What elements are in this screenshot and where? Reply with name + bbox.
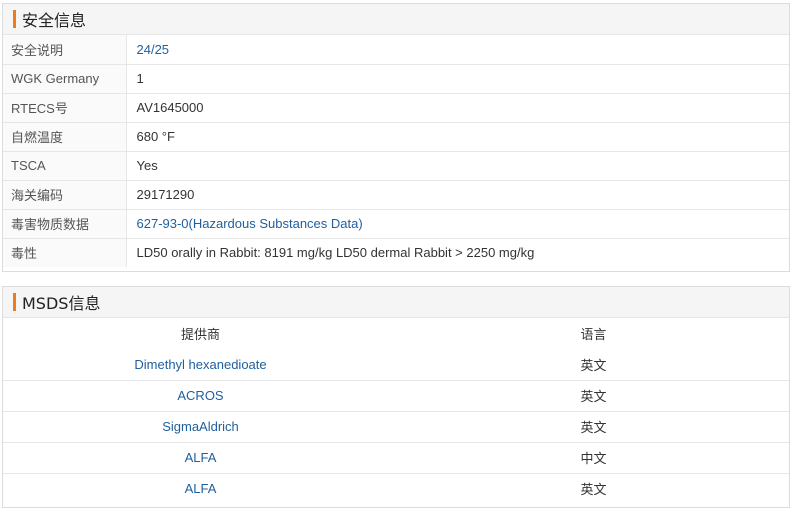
row-label: 海关编码 [3, 180, 127, 210]
table-row: Dimethyl hexanedioate 英文 [3, 349, 789, 381]
table-header-row: 提供商 语言 [3, 318, 789, 349]
hazardous-substances-link[interactable]: 627-93-0(Hazardous Substances Data) [126, 209, 789, 239]
table-row: 自燃温度 680 °F [3, 122, 789, 152]
row-label: 毒害物质数据 [3, 209, 127, 239]
table-row: TSCA Yes [3, 151, 789, 181]
section-accent-bar [13, 10, 16, 28]
row-label: 毒性 [3, 238, 127, 267]
msds-info-title: MSDS信息 [22, 294, 101, 313]
supplier-link[interactable]: ALFA [3, 473, 398, 504]
safety-statement-link[interactable]: 24/25 [126, 35, 789, 65]
row-label: RTECS号 [3, 93, 127, 123]
language-cell: 英文 [398, 349, 789, 381]
safety-info-panel: 安全信息 安全说明 24/25 WGK Germany 1 RTECS号 AV1… [2, 3, 790, 272]
row-label: 安全说明 [3, 35, 127, 65]
language-column-header: 语言 [580, 327, 607, 342]
language-cell: 英文 [398, 411, 789, 443]
row-value: 680 °F [126, 122, 789, 152]
msds-info-header: MSDS信息 [3, 287, 789, 318]
supplier-link[interactable]: Dimethyl hexanedioate [3, 349, 398, 381]
table-row: ALFA 英文 [3, 473, 789, 504]
safety-info-table: 安全说明 24/25 WGK Germany 1 RTECS号 AV164500… [3, 35, 789, 267]
language-cell: 中文 [398, 442, 789, 474]
row-label: WGK Germany [3, 64, 127, 94]
msds-info-panel: MSDS信息 提供商 语言 Dimethyl hexanedioate 英文 A… [2, 286, 790, 508]
supplier-link[interactable]: ACROS [3, 380, 398, 412]
row-value: 1 [126, 64, 789, 94]
row-value: AV1645000 [126, 93, 789, 123]
table-row: ALFA 中文 [3, 442, 789, 474]
row-value: 29171290 [126, 180, 789, 210]
row-label: 自燃温度 [3, 122, 127, 152]
row-value: Yes [126, 151, 789, 181]
supplier-link[interactable]: ALFA [3, 442, 398, 474]
table-row: 毒害物质数据 627-93-0(Hazardous Substances Dat… [3, 209, 789, 239]
language-cell: 英文 [398, 380, 789, 412]
table-row: ACROS 英文 [3, 380, 789, 412]
msds-table: 提供商 语言 Dimethyl hexanedioate 英文 ACROS 英文… [3, 318, 789, 504]
table-row: RTECS号 AV1645000 [3, 93, 789, 123]
supplier-column-header: 提供商 [180, 327, 220, 342]
supplier-link[interactable]: SigmaAldrich [3, 411, 398, 443]
table-row: WGK Germany 1 [3, 64, 789, 94]
section-accent-bar [13, 293, 16, 311]
table-row: 安全说明 24/25 [3, 35, 789, 65]
row-label: TSCA [3, 151, 127, 181]
row-value: LD50 orally in Rabbit: 8191 mg/kg LD50 d… [136, 245, 535, 261]
language-cell: 英文 [580, 482, 607, 498]
table-row: SigmaAldrich 英文 [3, 411, 789, 443]
safety-info-header: 安全信息 [3, 4, 789, 35]
safety-info-title: 安全信息 [22, 11, 87, 30]
table-row: 毒性 LD50 orally in Rabbit: 8191 mg/kg LD5… [3, 238, 789, 267]
table-row: 海关编码 29171290 [3, 180, 789, 210]
